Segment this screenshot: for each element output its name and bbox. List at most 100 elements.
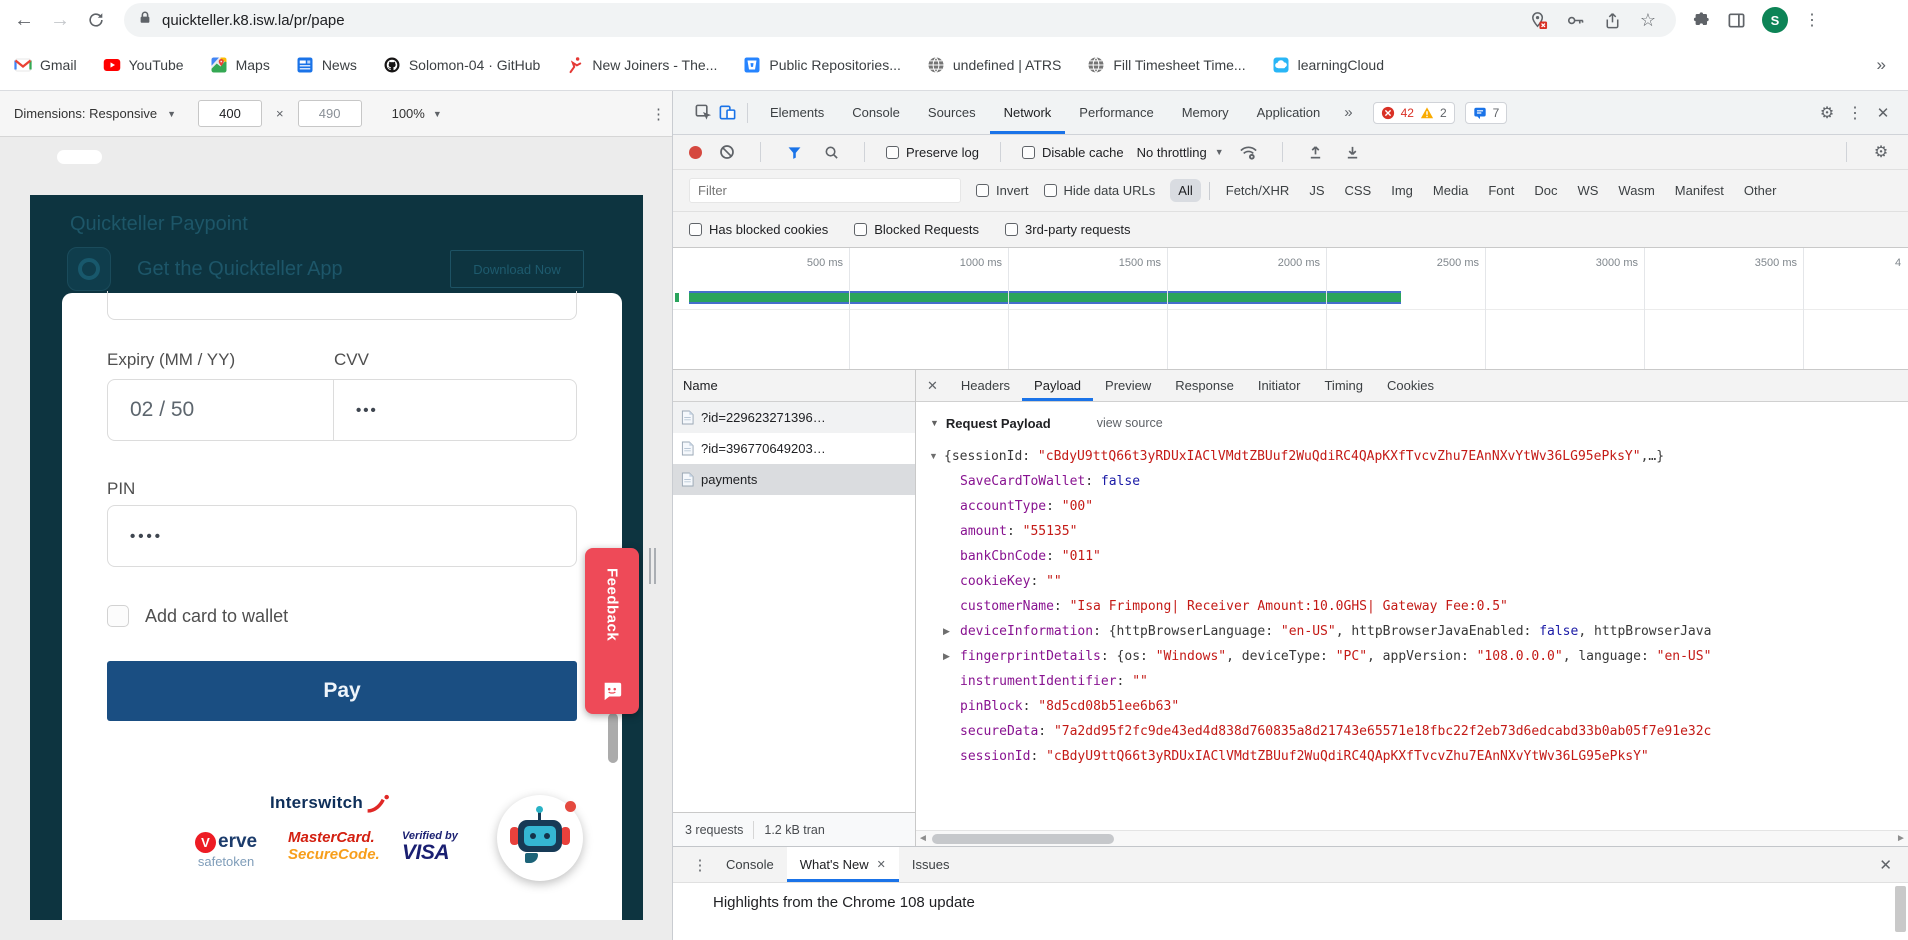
bookmarks-overflow-icon[interactable]: » xyxy=(1877,55,1886,75)
download-now-button[interactable]: Download Now xyxy=(450,250,584,288)
device-toolbar-menu-icon[interactable]: ⋮ xyxy=(651,105,666,123)
bookmark-gmail[interactable]: Gmail xyxy=(14,56,77,74)
filter-input[interactable] xyxy=(689,178,961,203)
filter-chip-js[interactable]: JS xyxy=(1301,179,1332,202)
chatbot-button[interactable] xyxy=(497,795,583,881)
reload-icon[interactable] xyxy=(81,5,111,35)
inspect-element-icon[interactable] xyxy=(691,101,715,125)
devtools-settings-icon[interactable]: ⚙ xyxy=(1814,103,1840,123)
close-tab-icon[interactable]: ✕ xyxy=(877,858,886,871)
horizontal-scrollbar-thumb[interactable] xyxy=(57,150,102,164)
pane-resize-handle[interactable] xyxy=(654,548,656,584)
bookmark-new-joiners-the[interactable]: New Joiners - The... xyxy=(566,56,717,74)
tab-elements[interactable]: Elements xyxy=(756,91,838,134)
request-row-id-396770649203[interactable]: ?id=396770649203… xyxy=(673,433,915,464)
filter-icon[interactable] xyxy=(782,140,806,164)
drawer-menu-icon[interactable]: ⋮ xyxy=(687,856,713,874)
scroll-left-icon[interactable]: ◄ xyxy=(916,833,930,844)
disclosure-triangle-icon[interactable]: ▶ xyxy=(943,619,950,644)
feedback-tab[interactable]: Feedback xyxy=(585,548,639,714)
extensions-puzzle-icon[interactable] xyxy=(1692,11,1711,30)
bookmark-maps[interactable]: Maps xyxy=(210,56,270,74)
filter-chip-font[interactable]: Font xyxy=(1480,179,1522,202)
clear-network-log-icon[interactable] xyxy=(715,140,739,164)
import-har-icon[interactable] xyxy=(1304,140,1328,164)
side-panel-icon[interactable] xyxy=(1727,11,1746,30)
filter-chip-manifest[interactable]: Manifest xyxy=(1667,179,1732,202)
name-column-header[interactable]: Name xyxy=(673,370,915,402)
export-har-icon[interactable] xyxy=(1341,140,1365,164)
issues-badge[interactable]: 42 2 xyxy=(1373,102,1455,124)
filter-chip-img[interactable]: Img xyxy=(1383,179,1421,202)
url-text[interactable]: quickteller.k8.isw.la/pr/pape xyxy=(162,12,1529,29)
back-icon[interactable]: ← xyxy=(9,5,39,35)
preserve-log-checkbox[interactable]: Preserve log xyxy=(886,145,979,160)
bookmark-fill-timesheet-time[interactable]: Fill Timesheet Time... xyxy=(1087,56,1245,74)
cvv-input[interactable] xyxy=(334,379,577,441)
bookmark-learningcloud[interactable]: learningCloud xyxy=(1272,56,1384,74)
tab-preview[interactable]: Preview xyxy=(1093,370,1163,401)
filter-chip-ws[interactable]: WS xyxy=(1569,179,1606,202)
disclosure-triangle-icon[interactable]: ▼ xyxy=(930,418,939,428)
drawer-close-icon[interactable]: ✕ xyxy=(1879,856,1892,874)
tab-headers[interactable]: Headers xyxy=(949,370,1022,401)
checkbox-has-blocked-cookies[interactable]: Has blocked cookies xyxy=(689,222,828,237)
profile-avatar[interactable]: S xyxy=(1762,7,1788,33)
pay-button[interactable]: Pay xyxy=(107,661,577,721)
search-icon[interactable] xyxy=(819,140,843,164)
filter-chip-fetch-xhr[interactable]: Fetch/XHR xyxy=(1218,179,1298,202)
bookmark-youtube[interactable]: YouTube xyxy=(103,56,184,74)
drawer-tab-issues[interactable]: Issues xyxy=(899,847,963,882)
close-detail-icon[interactable]: ✕ xyxy=(916,378,949,394)
payload-line-fingerprintDetails[interactable]: ▶fingerprintDetails: {os: "Windows", dev… xyxy=(916,644,1908,669)
drawer-scrollbar-thumb[interactable] xyxy=(1895,886,1906,932)
network-settings-icon[interactable]: ⚙ xyxy=(1868,142,1894,162)
address-bar[interactable]: quickteller.k8.isw.la/pr/pape ☆ xyxy=(124,3,1676,37)
share-icon[interactable] xyxy=(1603,11,1622,30)
tab-cookies[interactable]: Cookies xyxy=(1375,370,1446,401)
view-source-link[interactable]: view source xyxy=(1097,416,1163,430)
devtools-menu-icon[interactable]: ⋮ xyxy=(1844,103,1866,123)
device-toolbar-toggle-icon[interactable] xyxy=(715,101,739,125)
viewport-height-input[interactable] xyxy=(298,100,362,127)
filter-chip-wasm[interactable]: Wasm xyxy=(1610,179,1662,202)
more-tabs-icon[interactable]: » xyxy=(1334,104,1362,121)
disclosure-triangle-icon[interactable]: ▶ xyxy=(943,644,950,669)
tab-initiator[interactable]: Initiator xyxy=(1246,370,1313,401)
payload-root-line[interactable]: ▼{sessionId: "cBdyU9ttQ66t3yRDUxIAClVMdt… xyxy=(916,444,1908,469)
bookmark-undefined-atrs[interactable]: undefined | ATRS xyxy=(927,56,1061,74)
payload-line-deviceInformation[interactable]: ▶deviceInformation: {httpBrowserLanguage… xyxy=(916,619,1908,644)
payload-horizontal-scrollbar[interactable]: ◄ ► xyxy=(916,830,1908,846)
tab-response[interactable]: Response xyxy=(1163,370,1246,401)
tab-memory[interactable]: Memory xyxy=(1168,91,1243,134)
dimensions-dropdown[interactable]: Dimensions: Responsive xyxy=(14,106,157,121)
filter-chip-all[interactable]: All xyxy=(1170,179,1200,202)
bookmark-public-repositories[interactable]: Public Repositories... xyxy=(743,56,901,74)
add-card-checkbox[interactable] xyxy=(107,605,129,627)
record-network-log-icon[interactable] xyxy=(689,146,702,159)
filter-chip-media[interactable]: Media xyxy=(1425,179,1476,202)
tab-payload[interactable]: Payload xyxy=(1022,370,1093,401)
scroll-right-icon[interactable]: ► xyxy=(1894,833,1908,844)
pane-resize-handle[interactable] xyxy=(649,548,651,584)
tab-application[interactable]: Application xyxy=(1243,91,1335,134)
checkbox-3rd-party-requests[interactable]: 3rd-party requests xyxy=(1005,222,1131,237)
throttling-dropdown[interactable]: No throttling ▼ xyxy=(1137,145,1224,160)
messages-badge[interactable]: 7 xyxy=(1465,102,1508,124)
password-key-icon[interactable] xyxy=(1566,11,1585,30)
location-blocked-icon[interactable] xyxy=(1529,11,1548,30)
request-row-payments[interactable]: payments xyxy=(673,464,915,495)
truncated-field[interactable] xyxy=(107,291,577,320)
tab-performance[interactable]: Performance xyxy=(1065,91,1167,134)
drawer-tab-console[interactable]: Console xyxy=(713,847,787,882)
network-conditions-icon[interactable] xyxy=(1237,140,1261,164)
bookmark-news[interactable]: News xyxy=(296,56,357,74)
modal-scrollbar-thumb[interactable] xyxy=(608,713,618,763)
filter-chip-other[interactable]: Other xyxy=(1736,179,1785,202)
network-overview-timeline[interactable]: 500 ms1000 ms1500 ms2000 ms2500 ms3000 m… xyxy=(673,248,1908,370)
hide-data-urls-checkbox[interactable]: Hide data URLs xyxy=(1044,183,1156,198)
viewport-width-input[interactable] xyxy=(198,100,262,127)
drawer-tab-what-s-new[interactable]: What's New✕ xyxy=(787,847,899,882)
tab-console[interactable]: Console xyxy=(838,91,914,134)
tab-timing[interactable]: Timing xyxy=(1312,370,1375,401)
